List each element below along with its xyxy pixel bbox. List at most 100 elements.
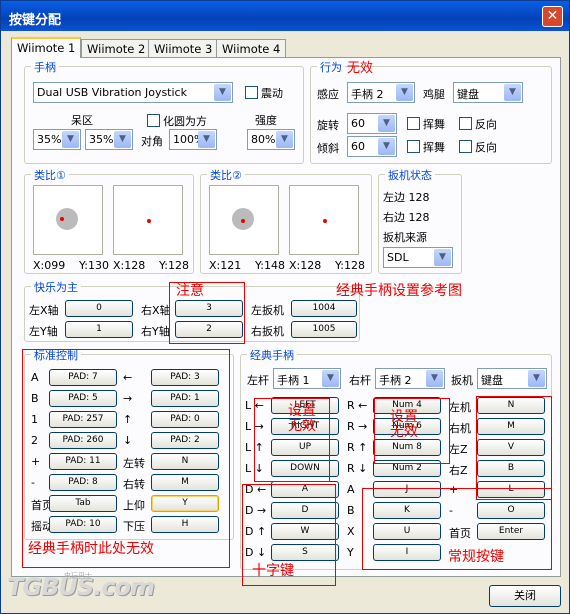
checkbox-box xyxy=(407,117,420,130)
trig-value: 键盘 xyxy=(481,374,503,387)
trigger-source-select[interactable]: SDL ▼ xyxy=(383,247,453,268)
strength-value: 80% xyxy=(251,133,276,146)
trigger-right: 右边 128 xyxy=(383,211,430,224)
deadzone-select-1[interactable]: 35% ▼ xyxy=(33,129,81,150)
annotation-box-standard xyxy=(22,349,230,568)
trigger-group: 扳机状态 左边 128 右边 128 扳机来源 SDL ▼ xyxy=(378,167,462,274)
chevron-down-icon: ▼ xyxy=(378,138,395,155)
tab-wiimote-1[interactable]: Wiimote 1 xyxy=(11,37,82,58)
tilt-select[interactable]: 60 ▼ xyxy=(347,136,397,157)
trigger-source-value: SDL xyxy=(387,251,409,264)
lstick-select[interactable]: 手柄 1 ▼ xyxy=(273,368,341,389)
stick-dot xyxy=(241,219,245,223)
checkbox-box xyxy=(245,86,258,99)
swing-label: 挥舞 xyxy=(423,141,445,154)
vibrate-label: 震动 xyxy=(261,87,283,100)
trigger-left: 左边 128 xyxy=(383,191,430,204)
left-trigger-label: 左扳机 xyxy=(251,304,284,317)
rstick-value: 手柄 2 xyxy=(379,374,412,387)
swing-checkbox-1[interactable]: 挥舞 xyxy=(407,116,445,132)
vibrate-checkbox[interactable]: 震动 xyxy=(245,85,283,101)
circle-square-checkbox[interactable]: 化圆为方 xyxy=(147,113,207,129)
left-y-button[interactable]: 1 xyxy=(65,321,133,338)
annotation-buttons: 常规按键 xyxy=(448,549,504,565)
analog2-x: X:121 xyxy=(209,259,242,272)
right-trigger-label: 右扳机 xyxy=(251,325,284,338)
trigger-source-label: 扳机来源 xyxy=(383,231,427,244)
reverse-checkbox-1[interactable]: 反向 xyxy=(459,116,497,132)
stick-dot xyxy=(147,219,151,223)
nunchuk-select[interactable]: 键盘 ▼ xyxy=(453,82,523,103)
gamepad-group: 手柄 Dual USB Vibration Joystick ▼ 震动 呆区 35… xyxy=(24,59,304,164)
chevron-down-icon: ▼ xyxy=(434,249,451,266)
tilt-label: 倾斜 xyxy=(317,142,339,155)
chevron-down-icon: ▼ xyxy=(426,370,443,387)
left-x-label: 左X轴 xyxy=(29,304,59,317)
left-trigger-button[interactable]: 1004 xyxy=(291,300,357,317)
dz1-value: 35% xyxy=(37,133,62,146)
diag-select[interactable]: 100% ▼ xyxy=(169,129,217,150)
deadzone-select-2[interactable]: 35% ▼ xyxy=(85,129,133,150)
right-y-label: 右Y轴 xyxy=(141,325,170,338)
chevron-down-icon: ▼ xyxy=(214,84,231,101)
reverse-label: 反向 xyxy=(475,141,497,154)
behavior-legend: 行为 xyxy=(317,59,345,75)
right-trigger-button[interactable]: 1005 xyxy=(291,321,357,338)
rotate-value: 60 xyxy=(351,117,365,130)
trig-select[interactable]: 键盘 ▼ xyxy=(477,368,547,389)
tilt-value: 60 xyxy=(351,140,365,153)
reverse-label: 反向 xyxy=(475,118,497,131)
analog1-x2: X:128 xyxy=(113,259,146,272)
rstick-label: 右杆 xyxy=(349,374,371,387)
key-label: B xyxy=(347,504,355,517)
key-label: A xyxy=(347,483,355,496)
annotation-lstick-invalid: 设置 无效 xyxy=(288,403,316,434)
close-button[interactable]: 关闭 xyxy=(489,585,561,607)
checkbox-box xyxy=(407,140,420,153)
key-label: Y xyxy=(347,546,354,559)
tab-wiimote-4[interactable]: Wiimote 4 xyxy=(216,39,287,57)
analog1-stick-plot xyxy=(33,185,103,255)
trig-label: 扳机 xyxy=(451,374,473,387)
title-bar: 按键分配 ✕ xyxy=(1,1,569,31)
device-select[interactable]: Dual USB Vibration Joystick ▼ xyxy=(33,82,233,103)
tab-wiimote-3[interactable]: Wiimote 3 xyxy=(148,39,219,57)
strength-label: 强度 xyxy=(255,114,277,127)
trigger-legend: 扳机状态 xyxy=(385,167,435,183)
left-y-label: 左Y轴 xyxy=(29,325,58,338)
tab-panel: 手柄 Dual USB Vibration Joystick ▼ 震动 呆区 35… xyxy=(11,57,561,586)
classic-legend: 经典手柄 xyxy=(247,347,297,363)
strength-select[interactable]: 80% ▼ xyxy=(247,129,295,150)
key-label: R ↑ xyxy=(347,441,368,454)
key-label: R ← xyxy=(347,399,368,412)
chevron-down-icon: ▼ xyxy=(114,131,131,148)
kuaile-legend: 快乐为主 xyxy=(31,279,81,295)
annotation-box-shoulders xyxy=(476,396,552,500)
rotate-select[interactable]: 60 ▼ xyxy=(347,113,397,134)
key-label: 左机 xyxy=(449,401,471,414)
diag-label: 对角 xyxy=(141,135,163,148)
key-label: 右机 xyxy=(449,422,471,435)
analog1-y2: Y:128 xyxy=(159,259,189,272)
reverse-checkbox-2[interactable]: 反向 xyxy=(459,139,497,155)
close-icon[interactable]: ✕ xyxy=(542,6,563,27)
lstick-value: 手柄 1 xyxy=(277,374,310,387)
behavior-invalid-note: 无效 xyxy=(347,61,374,76)
sense-select[interactable]: 手柄 2 ▼ xyxy=(347,82,415,103)
rstick-select[interactable]: 手柄 2 ▼ xyxy=(375,368,445,389)
nunchuk-label: 鸡腿 xyxy=(423,88,445,101)
analog2-y: Y:148 xyxy=(255,259,285,272)
checkbox-box xyxy=(147,114,160,127)
watermark-sub: 电玩巴士 xyxy=(64,572,92,580)
annotation-rstick-invalid: 设置 无效 xyxy=(390,409,418,440)
circle-label: 化圆为方 xyxy=(163,115,207,128)
swing-checkbox-2[interactable]: 挥舞 xyxy=(407,139,445,155)
analog1-x: X:099 xyxy=(33,259,66,272)
chevron-down-icon: ▼ xyxy=(504,84,521,101)
tab-wiimote-2[interactable]: Wiimote 2 xyxy=(81,39,152,57)
chevron-down-icon: ▼ xyxy=(322,370,339,387)
chevron-down-icon: ▼ xyxy=(396,84,413,101)
left-x-button[interactable]: 0 xyxy=(65,300,133,317)
analog1-y: Y:130 xyxy=(79,259,109,272)
chevron-down-icon: ▼ xyxy=(198,131,215,148)
